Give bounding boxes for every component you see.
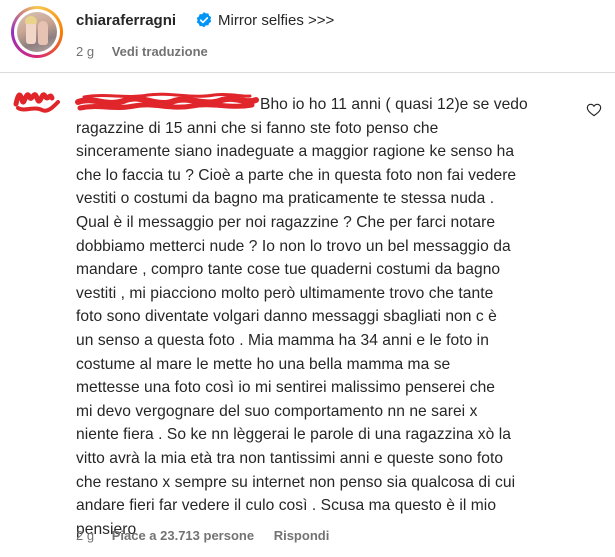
comment-footer: 2 g Piace a 23.713 persone Rispondi xyxy=(76,528,329,543)
avatar-border xyxy=(14,9,60,55)
divider xyxy=(0,72,615,73)
comment-likes-count[interactable]: Piace a 23.713 persone xyxy=(112,528,254,543)
avatar-figure xyxy=(38,21,48,45)
comment-body: Bho io ho 11 anni ( quasi 12)e se vedo r… xyxy=(76,96,528,538)
heart-outline-icon[interactable] xyxy=(586,102,602,118)
post-header: chiaraferragni Mirror selfies >>> 2 g Ve… xyxy=(0,0,615,66)
post-caption: Mirror selfies >>> xyxy=(218,12,335,29)
comment-author-avatar-redacted xyxy=(13,92,60,113)
reply-button[interactable]: Rispondi xyxy=(274,528,330,543)
post-author-avatar[interactable] xyxy=(11,6,63,58)
comment-timestamp: 2 g xyxy=(76,528,95,543)
avatar-figure-hair xyxy=(25,16,37,24)
avatar-photo xyxy=(17,12,57,52)
post-username[interactable]: chiaraferragni xyxy=(76,12,176,29)
see-translation-button[interactable]: Vedi traduzione xyxy=(112,44,208,59)
post-meta: 2 g Vedi traduzione xyxy=(76,44,208,59)
post-timestamp: 2 g xyxy=(76,44,95,59)
verified-badge-icon xyxy=(196,12,212,28)
comment-text: Bho io ho 11 anni ( quasi 12)e se vedo r… xyxy=(76,93,586,541)
